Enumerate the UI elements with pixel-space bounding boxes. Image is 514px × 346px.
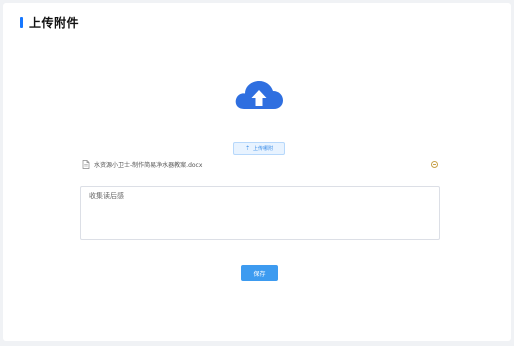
save-button[interactable]: 保存 bbox=[241, 265, 278, 281]
page-header: 上传附件 bbox=[20, 15, 80, 30]
upload-card: 上传附件 ⇡ 上传哪附 水资源小卫士-制作简易净水器教案.docx 收集读后感 … bbox=[3, 3, 511, 341]
cloud-upload-icon[interactable] bbox=[233, 76, 285, 114]
upload-button-label: 上传哪附 bbox=[253, 146, 274, 152]
remove-attachment-icon[interactable] bbox=[431, 160, 438, 168]
document-icon bbox=[82, 159, 90, 169]
attachment-item: 水资源小卫士-制作简易净水器教案.docx bbox=[82, 159, 438, 169]
page-title: 上传附件 bbox=[29, 15, 80, 30]
cloud-upload-icon-svg bbox=[235, 81, 283, 109]
upload-button[interactable]: ⇡ 上传哪附 bbox=[233, 142, 285, 155]
upload-arrow-icon: ⇡ bbox=[244, 145, 250, 152]
title-accent-bar bbox=[20, 16, 23, 28]
attachment-file-name[interactable]: 水资源小卫士-制作简易净水器教案.docx bbox=[94, 160, 431, 169]
notes-textarea[interactable]: 收集读后感 bbox=[80, 186, 440, 240]
